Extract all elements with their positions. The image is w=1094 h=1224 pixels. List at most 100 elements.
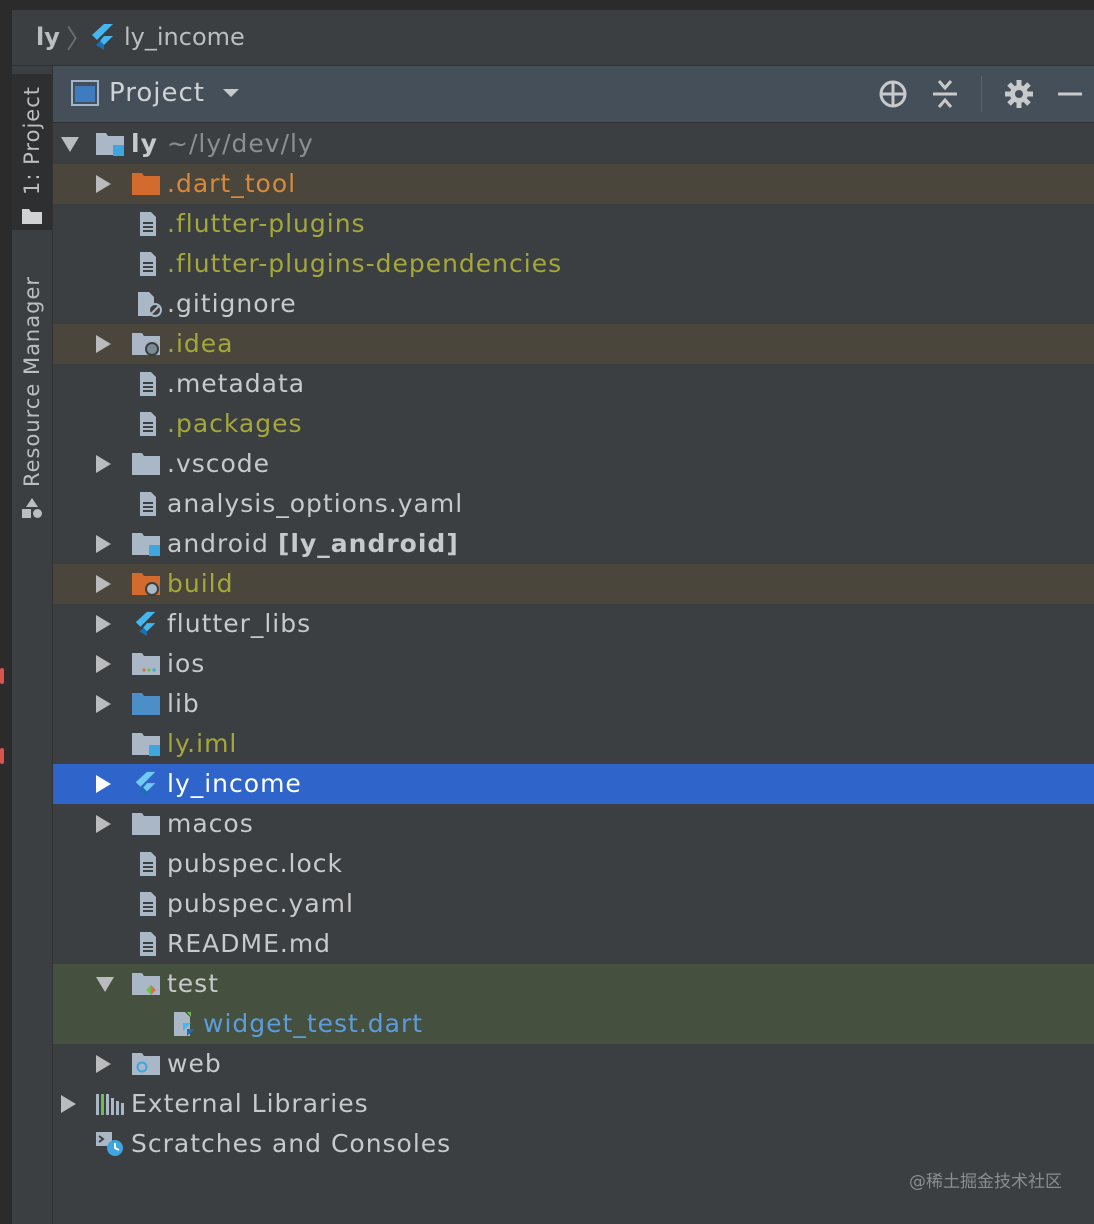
tree-item-label: android	[167, 529, 269, 558]
tree-item-pubspec-lock[interactable]: pubspec.lock	[53, 844, 1094, 884]
file-icon	[140, 372, 156, 396]
expand-arrow[interactable]	[96, 455, 111, 473]
project-view-selector[interactable]: Project	[71, 78, 241, 108]
tool-window-strip: 1: Project Resource Manager	[12, 66, 53, 1224]
tree-item-label: lib	[167, 689, 200, 718]
gear-icon[interactable]	[1004, 79, 1034, 109]
tree-item-idea[interactable]: .idea	[53, 324, 1094, 364]
tree-item-label: .flutter-plugins	[167, 209, 366, 238]
tree-item-pubspec-yaml[interactable]: pubspec.yaml	[53, 884, 1094, 924]
tree-item-label: web	[167, 1049, 222, 1078]
resource-manager-icon	[22, 498, 42, 519]
tree-item-label: .flutter-plugins-dependencies	[167, 249, 563, 278]
folder-icon	[132, 813, 160, 835]
file-icon	[140, 852, 156, 876]
project-view-label: Project	[109, 78, 205, 108]
project-panel-header: Project	[53, 66, 1094, 123]
error-marker	[0, 668, 4, 684]
tree-item-label: flutter_libs	[167, 609, 312, 638]
folder-ios-icon	[132, 653, 160, 675]
module-folder-icon	[96, 133, 124, 156]
tree-item-flutter-libs[interactable]: flutter_libs	[53, 604, 1094, 644]
error-marker	[0, 748, 4, 764]
project-tree: ly ~/ly/dev/ly .dart_tool .flutter-plugi…	[53, 124, 1094, 1164]
tree-item-flutter-plugins-dependencies[interactable]: .flutter-plugins-dependencies	[53, 244, 1094, 284]
project-panel: Project ly ~/ly/dev/ly .dart_tool .flutt…	[53, 66, 1094, 1224]
tree-item-packages[interactable]: .packages	[53, 404, 1094, 444]
tree-item-metadata[interactable]: .metadata	[53, 364, 1094, 404]
source-folder-icon	[132, 693, 160, 715]
tree-item-gitignore[interactable]: .gitignore	[53, 284, 1094, 324]
tree-item-label: External Libraries	[131, 1089, 369, 1118]
tree-item-label: .gitignore	[167, 289, 297, 318]
tree-item-vscode[interactable]: .vscode	[53, 444, 1094, 484]
tab-project-label: 1: Project	[20, 86, 44, 195]
collapse-icon[interactable]	[931, 78, 959, 110]
expand-arrow[interactable]	[96, 175, 111, 193]
locate-icon[interactable]	[877, 78, 909, 110]
tree-item-ly-income[interactable]: ly_income	[53, 764, 1094, 804]
module-name: [ly_android]	[278, 529, 459, 558]
tree-item-analysis-options[interactable]: analysis_options.yaml	[53, 484, 1094, 524]
file-icon	[140, 892, 156, 916]
tree-item-android[interactable]: android [ly_android]	[53, 524, 1094, 564]
tree-item-label: widget_test.dart	[203, 1009, 424, 1038]
module-folder-icon	[132, 533, 160, 556]
tree-item-web[interactable]: web	[53, 1044, 1094, 1084]
tree-item-label: README.md	[167, 929, 332, 958]
tab-project[interactable]: 1: Project	[12, 74, 52, 230]
tree-item-lib[interactable]: lib	[53, 684, 1094, 724]
expand-arrow[interactable]	[96, 575, 111, 593]
gitignore-file-icon	[138, 292, 162, 317]
tree-item-label: pubspec.yaml	[167, 889, 354, 918]
tree-root-path: ~/ly/dev/ly	[167, 129, 314, 158]
breadcrumb-root[interactable]: ly	[36, 22, 60, 52]
tree-item-ly-iml[interactable]: ly.iml	[53, 724, 1094, 764]
folder-config-icon	[132, 333, 160, 356]
expand-arrow[interactable]	[96, 535, 111, 553]
project-window-icon	[71, 80, 99, 106]
tree-item-scratches[interactable]: Scratches and Consoles	[53, 1124, 1094, 1164]
file-icon	[140, 252, 156, 276]
tree-item-label: build	[167, 569, 234, 598]
breadcrumb-project[interactable]: ly_income	[90, 22, 245, 52]
tree-item-external-libraries[interactable]: External Libraries	[53, 1084, 1094, 1124]
expand-arrow[interactable]	[96, 1055, 111, 1073]
watermark: @稀土掘金技术社区	[909, 1172, 1062, 1192]
tree-item-dart-tool[interactable]: .dart_tool	[53, 164, 1094, 204]
tree-item-widget-test[interactable]: widget_test.dart	[53, 1004, 1094, 1044]
file-icon	[140, 412, 156, 436]
web-folder-icon	[132, 1053, 160, 1075]
expand-arrow[interactable]	[96, 775, 111, 793]
expand-arrow[interactable]	[61, 137, 79, 152]
tree-item-flutter-plugins[interactable]: .flutter-plugins	[53, 204, 1094, 244]
expand-arrow[interactable]	[96, 695, 111, 713]
expand-arrow[interactable]	[96, 655, 111, 673]
expand-arrow[interactable]	[61, 1095, 76, 1113]
tree-item-label: .packages	[167, 409, 303, 438]
minimize-icon[interactable]	[1056, 79, 1084, 109]
expand-arrow[interactable]	[96, 815, 111, 833]
tree-item-test[interactable]: test	[53, 964, 1094, 1004]
tree-item-macos[interactable]: macos	[53, 804, 1094, 844]
tab-resource-label: Resource Manager	[20, 276, 44, 488]
tree-item-label: ly_income	[167, 769, 302, 798]
toolbar-divider	[981, 76, 982, 112]
tree-item-build[interactable]: build	[53, 564, 1094, 604]
tab-resource-manager[interactable]: Resource Manager	[12, 276, 52, 532]
tree-item-readme[interactable]: README.md	[53, 924, 1094, 964]
collapse-arrow[interactable]	[96, 977, 114, 992]
expand-arrow[interactable]	[96, 335, 111, 353]
file-icon	[140, 212, 156, 236]
tree-item-label: ios	[167, 649, 206, 678]
chevron-down-icon	[222, 89, 239, 97]
expand-arrow[interactable]	[96, 615, 111, 633]
tree-item-ios[interactable]: ios	[53, 644, 1094, 684]
file-icon	[140, 492, 156, 516]
tree-root[interactable]: ly ~/ly/dev/ly	[53, 124, 1094, 164]
tree-item-label: .metadata	[167, 369, 306, 398]
tree-item-label: .idea	[167, 329, 234, 358]
flutter-icon	[92, 24, 113, 50]
dart-test-file-icon	[174, 1012, 195, 1036]
scratches-icon	[96, 1132, 123, 1156]
